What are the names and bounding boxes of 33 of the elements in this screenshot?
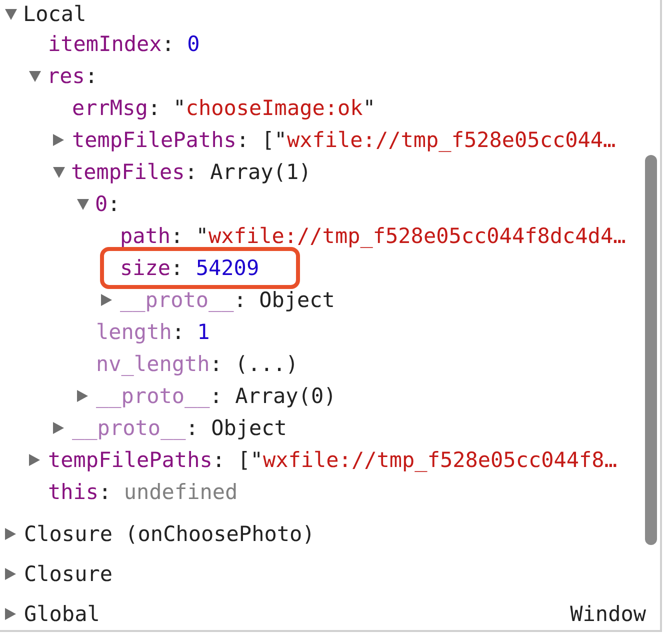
property-entry[interactable]: length: 1 — [96, 320, 210, 344]
scrollbar[interactable] — [645, 155, 657, 545]
property-entry[interactable]: errMsg: "chooseImage:ok" — [72, 96, 376, 120]
disclosure-triangle-icon[interactable] — [77, 390, 88, 402]
property-entry[interactable]: path: "wxfile://tmp_f528e05cc044f8dc4d4… — [120, 224, 626, 248]
property-entry[interactable]: tempFilePaths: ["wxfile://tmp_f528e05cc044… — [72, 128, 616, 152]
property-entry[interactable]: this: undefined — [48, 480, 238, 504]
property-entry[interactable]: __proto__: Object — [72, 416, 287, 440]
disclosure-triangle-icon[interactable] — [53, 422, 64, 434]
disclosure-triangle-icon[interactable] — [5, 568, 16, 580]
property-entry[interactable]: __proto__: Object — [120, 288, 335, 312]
property-entry[interactable]: itemIndex: 0 — [48, 32, 200, 56]
disclosure-triangle-icon[interactable] — [53, 134, 64, 146]
property-entry[interactable]: 0: — [95, 192, 120, 216]
scope-value: Window — [570, 602, 646, 626]
disclosure-triangle-icon[interactable] — [77, 198, 89, 210]
scope-title[interactable]: Global — [24, 602, 100, 626]
scope-title[interactable]: Closure — [24, 562, 113, 586]
property-entry[interactable]: size: 54209 — [120, 256, 260, 280]
property-entry[interactable]: tempFilePaths: ["wxfile://tmp_f528e05cc044f8… — [48, 448, 617, 472]
property-entry[interactable]: __proto__: Array(0) — [96, 384, 336, 408]
property-entry[interactable]: nv_length: (...) — [96, 352, 298, 376]
scope-title[interactable]: Local — [23, 2, 86, 26]
disclosure-triangle-icon[interactable] — [5, 8, 17, 20]
disclosure-triangle-icon[interactable] — [5, 608, 16, 620]
disclosure-triangle-icon[interactable] — [29, 454, 40, 466]
property-entry[interactable]: tempFiles: Array(1) — [71, 160, 312, 184]
disclosure-triangle-icon[interactable] — [5, 528, 16, 540]
scope-title[interactable]: Closure (onChoosePhoto) — [24, 522, 315, 546]
disclosure-triangle-icon[interactable] — [53, 166, 65, 178]
property-entry[interactable]: res: — [47, 64, 98, 88]
disclosure-triangle-icon[interactable] — [101, 294, 112, 306]
disclosure-triangle-icon[interactable] — [29, 70, 41, 82]
